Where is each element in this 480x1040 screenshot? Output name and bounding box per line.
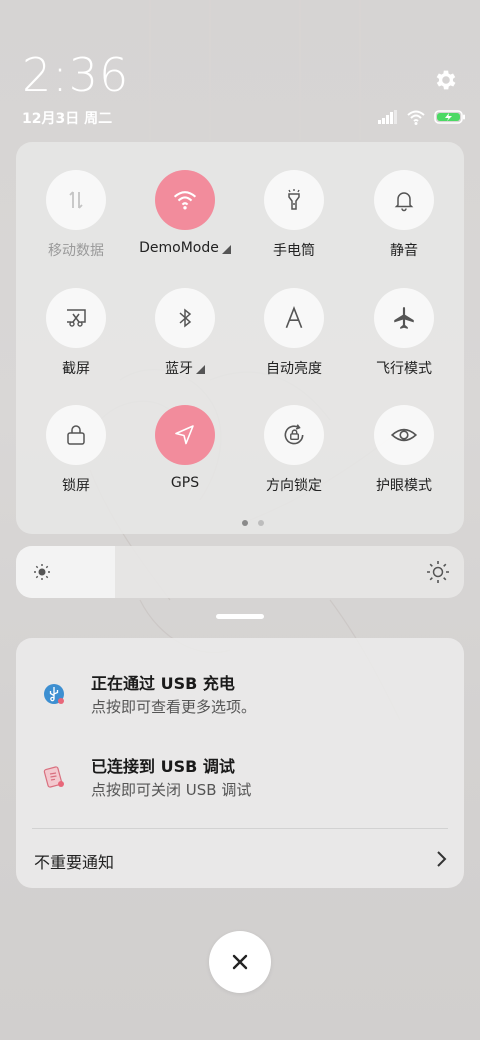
tile-label: 移动数据 <box>48 243 104 259</box>
settings-button[interactable] <box>430 64 462 96</box>
tile-label: 自动亮度 <box>266 361 322 377</box>
clear-all-button[interactable] <box>209 931 271 993</box>
brightness-low-icon <box>34 564 50 580</box>
page-dot-active[interactable] <box>242 520 248 526</box>
tile-silent[interactable]: 静音 <box>349 170 459 270</box>
airplane-icon <box>394 307 414 329</box>
notification-usb-charging[interactable]: 正在通过 USB 充电 点按即可查看更多选项。 <box>16 668 464 728</box>
unimportant-notifications-row[interactable]: 不重要通知 <box>16 830 464 886</box>
unimportant-notifications-label: 不重要通知 <box>34 853 115 872</box>
date: 12月3日 周二 <box>22 111 113 127</box>
bluetooth-icon <box>179 308 192 328</box>
tile-label: 护眼模式 <box>376 478 432 494</box>
drag-handle[interactable] <box>216 614 264 619</box>
lock-icon <box>67 425 85 445</box>
tile-gps-button[interactable] <box>155 405 215 465</box>
gear-icon <box>436 70 456 90</box>
mobile-data-icon <box>69 191 83 209</box>
wifi-icon <box>407 110 425 125</box>
screenshot-icon <box>67 309 86 327</box>
notification-panel: 正在通过 USB 充电 点按即可查看更多选项。 已连接到 USB 调试 点按即可… <box>16 638 464 888</box>
notification-subtitle: 点按即可关闭 USB 调试 <box>91 781 252 799</box>
bell-icon <box>394 192 414 212</box>
dropdown-triangle-icon <box>196 364 205 374</box>
chevron-right-icon <box>437 851 447 867</box>
eye-icon <box>390 428 418 442</box>
tile-bluetooth[interactable]: 蓝牙 <box>130 288 240 388</box>
tile-flashlight-button[interactable] <box>264 170 324 230</box>
close-icon <box>232 954 248 970</box>
tile-rotation-lock[interactable]: 方向锁定 <box>239 405 349 505</box>
tile-airplane-mode[interactable]: 飞行模式 <box>349 288 459 388</box>
auto-brightness-icon <box>285 306 303 329</box>
tile-mobile-data[interactable]: 移动数据 <box>21 170 131 270</box>
tile-label: DemoMode <box>139 240 231 256</box>
tile-screenshot[interactable]: 截屏 <box>21 288 131 388</box>
tile-label: 截屏 <box>62 361 90 377</box>
location-icon <box>175 425 194 445</box>
tile-label: 方向锁定 <box>266 478 322 494</box>
tile-lock-screen[interactable]: 锁屏 <box>21 405 131 505</box>
tile-flashlight[interactable]: 手电筒 <box>239 170 349 270</box>
flashlight-icon <box>288 189 300 210</box>
divider <box>32 828 448 829</box>
tile-demomode[interactable]: DemoMode <box>130 170 240 270</box>
brightness-slider[interactable] <box>16 546 464 598</box>
brightness-slider-fill[interactable] <box>16 546 115 598</box>
tile-auto-brightness-button[interactable] <box>264 288 324 348</box>
tile-silent-button[interactable] <box>374 170 434 230</box>
notification-title: 正在通过 USB 充电 <box>91 674 235 693</box>
tile-auto-brightness[interactable]: 自动亮度 <box>239 288 349 388</box>
tile-lock-screen-button[interactable] <box>46 405 106 465</box>
dropdown-triangle-icon <box>221 244 231 254</box>
notification-usb-debugging[interactable]: 已连接到 USB 调试 点按即可关闭 USB 调试 <box>16 751 464 811</box>
wifi-icon <box>173 191 197 210</box>
tile-mobile-data-button[interactable] <box>46 170 106 230</box>
battery-charging-icon <box>434 110 465 124</box>
tile-screenshot-button[interactable] <box>46 288 106 348</box>
tile-airplane-mode-button[interactable] <box>374 288 434 348</box>
tile-rotation-lock-button[interactable] <box>264 405 324 465</box>
tile-label: 锁屏 <box>62 478 90 494</box>
tile-demomode-button[interactable] <box>155 170 215 230</box>
clock: 2:36 <box>22 48 130 102</box>
page-indicator <box>242 520 264 526</box>
quick-settings-panel: 移动数据 DemoMode 手电筒 静音 截屏 蓝牙 自动亮度 飞行模式 锁屏 … <box>16 142 464 534</box>
page-dot[interactable] <box>258 520 264 526</box>
rotation-lock-icon <box>284 424 304 445</box>
tile-label: 飞行模式 <box>376 361 432 377</box>
tile-eye-care-button[interactable] <box>374 405 434 465</box>
brightness-high-icon <box>427 561 449 583</box>
signal-icon <box>378 110 397 124</box>
tile-label: 蓝牙 <box>165 358 205 378</box>
tile-label: 静音 <box>390 243 418 259</box>
usb-debug-icon <box>43 766 64 788</box>
tile-eye-care[interactable]: 护眼模式 <box>349 405 459 505</box>
tile-gps[interactable]: GPS <box>130 405 240 505</box>
tile-bluetooth-button[interactable] <box>155 288 215 348</box>
usb-icon <box>44 684 64 704</box>
tile-label: GPS <box>170 475 200 491</box>
status-icons <box>378 108 466 126</box>
tile-label: 手电筒 <box>273 243 315 259</box>
notification-subtitle: 点按即可查看更多选项。 <box>91 698 257 716</box>
notification-title: 已连接到 USB 调试 <box>91 757 235 776</box>
